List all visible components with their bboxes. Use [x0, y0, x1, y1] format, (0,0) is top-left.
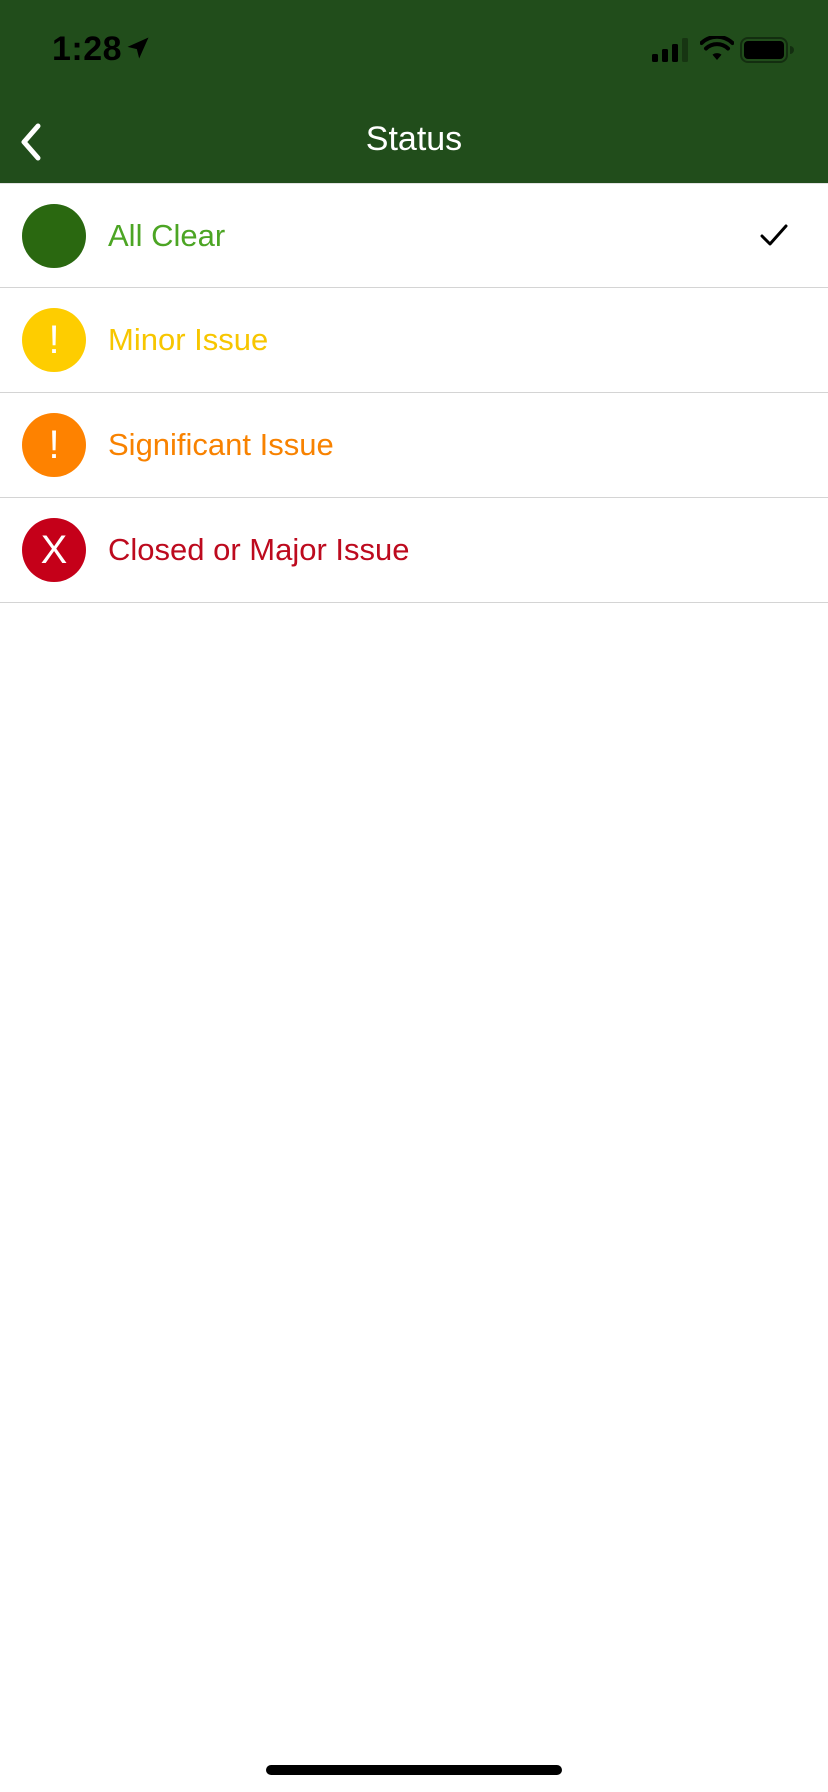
- checkmark-icon: [760, 224, 788, 246]
- location-arrow-icon: [127, 37, 149, 59]
- status-option-all-clear[interactable]: All Clear: [0, 183, 828, 288]
- status-label: Closed or Major Issue: [108, 532, 410, 567]
- wifi-icon: [700, 36, 734, 60]
- page-title: Status: [365, 120, 463, 158]
- status-bar: 1:28: [0, 0, 828, 98]
- status-option-significant-issue[interactable]: ! Significant Issue: [0, 393, 828, 498]
- status-time: 1:28: [52, 30, 123, 68]
- status-option-minor-issue[interactable]: ! Minor Issue: [0, 288, 828, 393]
- navigation-bar: Status: [0, 98, 828, 183]
- status-circle-icon: [22, 204, 86, 268]
- status-label: All Clear: [108, 218, 226, 253]
- status-option-closed-or-major-issue[interactable]: X Closed or Major Issue: [0, 498, 828, 603]
- home-indicator[interactable]: [266, 1765, 562, 1775]
- cellular-signal-icon: [652, 38, 688, 62]
- battery-icon: [740, 37, 794, 63]
- status-list: All Clear ! Minor Issue ! Significant Is…: [0, 183, 828, 603]
- status-circle-icon: !: [22, 413, 86, 477]
- status-label: Significant Issue: [108, 427, 334, 462]
- status-circle-icon: X: [22, 518, 86, 582]
- status-circle-icon: !: [22, 308, 86, 372]
- header: 1:28 Status: [0, 0, 828, 183]
- status-label: Minor Issue: [108, 322, 269, 357]
